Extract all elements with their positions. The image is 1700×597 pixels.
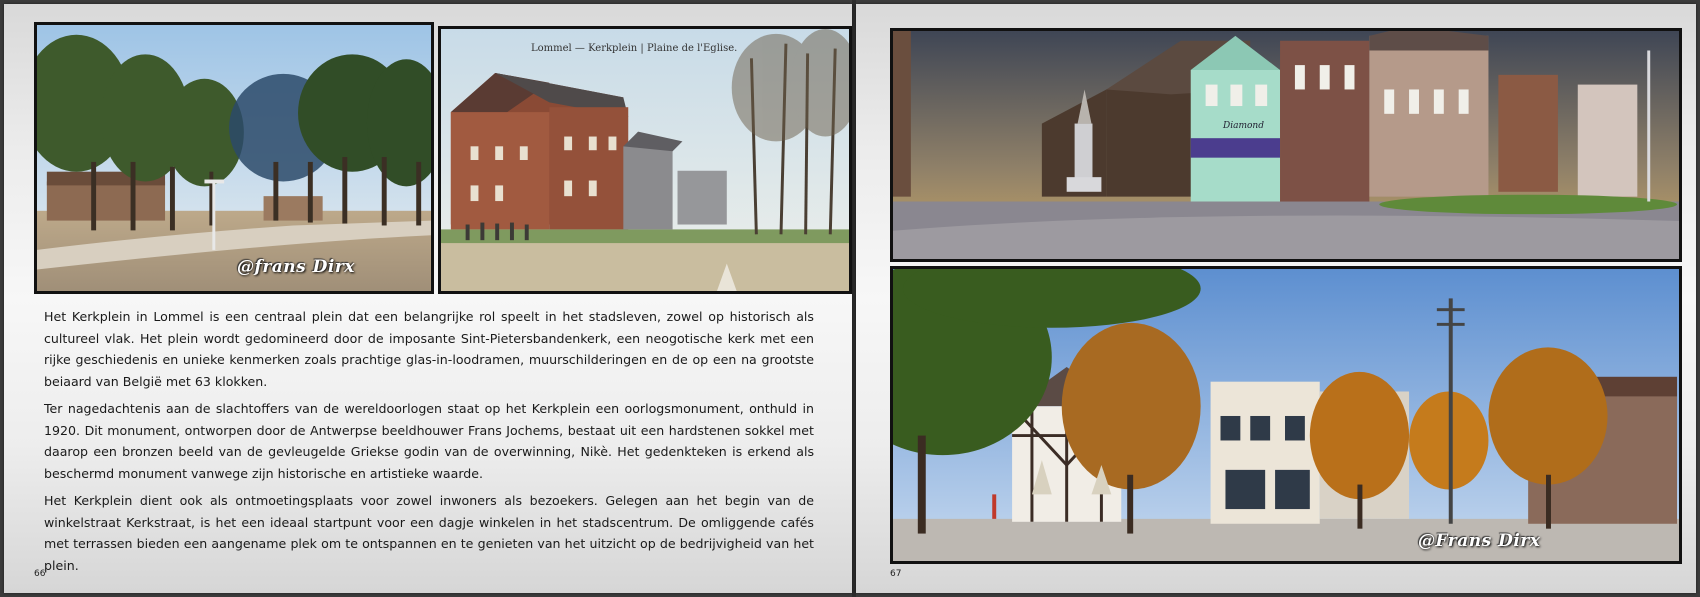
historic-street-image <box>893 31 1679 259</box>
historic-street-photo: Diamond <box>890 28 1682 262</box>
shop-sign: Diamond <box>1223 121 1264 131</box>
right-page: Diamond @Frans Dirx 67 <box>856 4 1696 593</box>
park-trees-image <box>37 25 431 291</box>
left-page: @frans Dirx Lommel — Kerkplein | Plaine … <box>4 4 852 593</box>
paragraph-3: Het Kerkplein dient ook als ontmoetingsp… <box>44 493 814 573</box>
paragraph-2: Ter nagedachtenis aan de slachtoffers va… <box>44 401 814 481</box>
modern-square-image <box>893 269 1679 561</box>
photo-watermark-2: @Frans Dirx <box>1418 531 1541 551</box>
postcard-caption: Lommel — Kerkplein | Plaine de l'Eglise. <box>531 43 738 54</box>
book-spread: @frans Dirx Lommel — Kerkplein | Plaine … <box>0 0 1700 597</box>
historic-postcard-image <box>441 29 849 291</box>
article-text: Het Kerkplein in Lommel is een centraal … <box>44 306 814 582</box>
park-trees-photo: @frans Dirx <box>34 22 434 294</box>
photo-watermark: @frans Dirx <box>237 257 355 277</box>
page-number-right: 67 <box>890 569 902 579</box>
historic-postcard-photo: Lommel — Kerkplein | Plaine de l'Eglise. <box>438 26 852 294</box>
paragraph-1: Het Kerkplein in Lommel is een centraal … <box>44 309 814 389</box>
modern-square-photo: @Frans Dirx <box>890 266 1682 564</box>
page-number-left: 66 <box>34 569 46 579</box>
